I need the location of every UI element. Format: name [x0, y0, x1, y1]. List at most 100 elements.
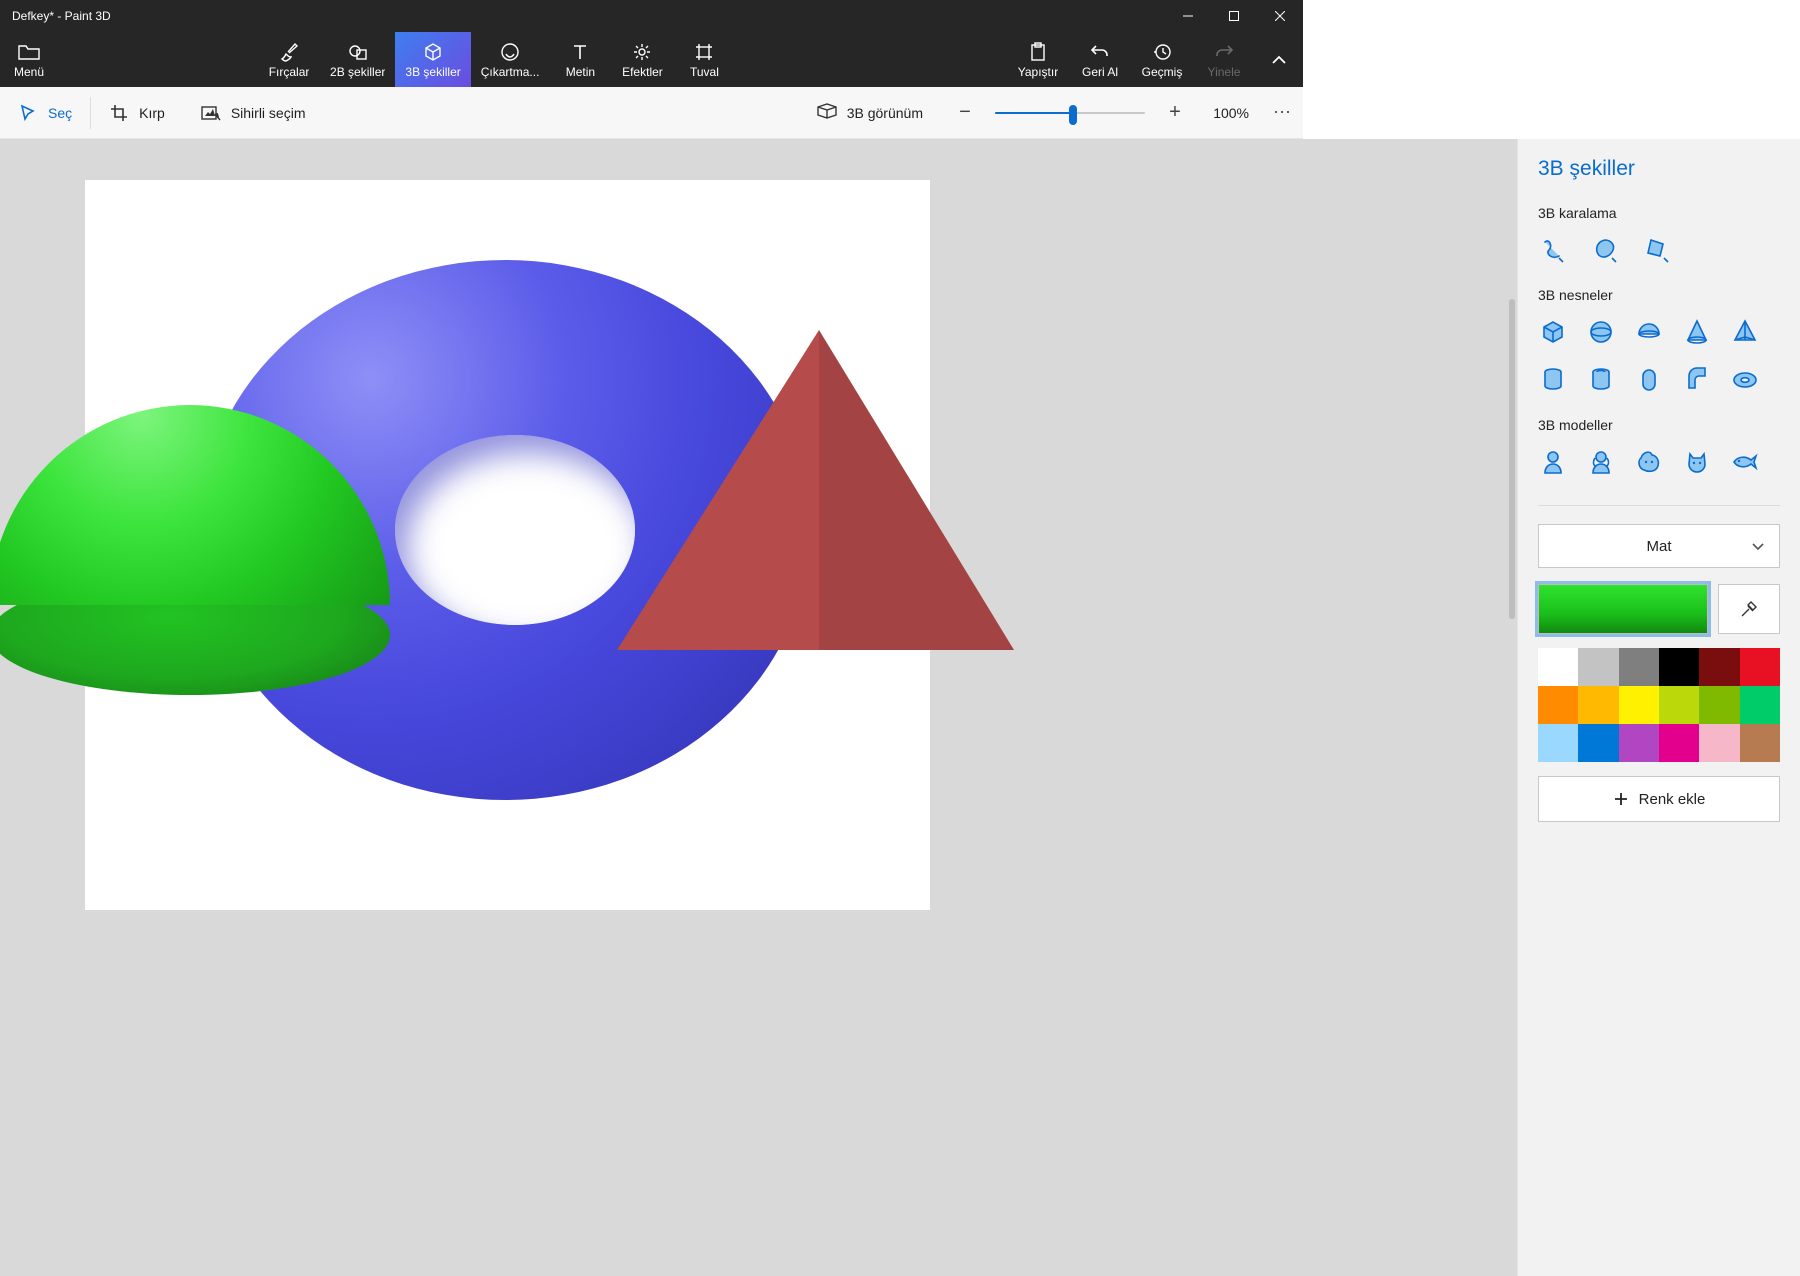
minimize-button[interactable]: [1165, 0, 1211, 32]
color-swatch[interactable]: [1619, 686, 1659, 724]
sticker-icon: [500, 41, 520, 63]
zoom-slider[interactable]: [995, 103, 1145, 123]
scribble-heading: 3B karalama: [1518, 189, 1800, 231]
doodle-soft-icon[interactable]: [1538, 235, 1568, 265]
capsule-object-icon[interactable]: [1634, 365, 1664, 395]
view3d-icon: [817, 103, 837, 122]
color-swatch[interactable]: [1619, 648, 1659, 686]
undo-label: Geri Al: [1082, 65, 1118, 79]
man-model-icon[interactable]: [1538, 447, 1568, 477]
undo-button[interactable]: Geri Al: [1069, 32, 1131, 87]
text-button[interactable]: Metin: [549, 32, 611, 87]
color-swatch[interactable]: [1578, 648, 1618, 686]
canvas-area[interactable]: [85, 180, 930, 910]
effects-label: Efektler: [622, 65, 663, 79]
cube-object-icon[interactable]: [1538, 317, 1568, 347]
collapse-panel-button[interactable]: [1255, 32, 1303, 87]
color-swatch[interactable]: [1740, 686, 1780, 724]
paste-button[interactable]: Yapıştır: [1007, 32, 1069, 87]
brushes-button[interactable]: Fırçalar: [258, 32, 320, 87]
brushes-label: Fırçalar: [269, 65, 310, 79]
color-swatch[interactable]: [1699, 686, 1739, 724]
history-label: Geçmiş: [1142, 65, 1183, 79]
models-heading: 3B modeller: [1518, 401, 1800, 443]
shapes2d-button[interactable]: 2B şekiller: [320, 32, 395, 87]
redo-button[interactable]: Yinele: [1193, 32, 1255, 87]
zoom-out-button[interactable]: −: [953, 101, 977, 124]
text-label: Metin: [566, 65, 595, 79]
doodle-shard-icon[interactable]: [1642, 235, 1672, 265]
redo-icon: [1214, 41, 1234, 63]
pyramid-object[interactable]: [617, 330, 1097, 650]
history-button[interactable]: Geçmiş: [1131, 32, 1193, 87]
zoom-in-button[interactable]: +: [1163, 101, 1187, 124]
shapes2d-icon: [348, 41, 368, 63]
woman-model-icon[interactable]: [1586, 447, 1616, 477]
sub-toolbar: Seç Kırp Sihirli seçim 3B görünüm − + 10…: [0, 87, 1303, 139]
color-swatch[interactable]: [1578, 686, 1618, 724]
cat-model-icon[interactable]: [1682, 447, 1712, 477]
close-button[interactable]: [1257, 0, 1303, 32]
color-swatch[interactable]: [1538, 724, 1578, 762]
color-swatch[interactable]: [1659, 648, 1699, 686]
objects-row: [1518, 313, 1800, 401]
color-swatch[interactable]: [1578, 724, 1618, 762]
objects-heading: 3B nesneler: [1518, 271, 1800, 313]
text-icon: [570, 41, 590, 63]
panel-title: 3B şekiller: [1518, 139, 1800, 189]
shapes3d-button[interactable]: 3B şekiller: [395, 32, 470, 87]
top-ribbon: Menü Fırçalar 2B şekiller 3B şekiller Çı…: [0, 32, 1303, 87]
canvas-scrollbar[interactable]: [1509, 299, 1515, 619]
view3d-button[interactable]: 3B görünüm: [817, 103, 923, 122]
color-swatch[interactable]: [1659, 686, 1699, 724]
select-tool-button[interactable]: Seç: [0, 87, 90, 138]
tube-object-icon[interactable]: [1586, 365, 1616, 395]
canvas-button[interactable]: Tuval: [673, 32, 735, 87]
color-swatch[interactable]: [1538, 686, 1578, 724]
color-swatch[interactable]: [1699, 724, 1739, 762]
models-row: [1518, 443, 1800, 483]
workspace[interactable]: [0, 139, 1517, 1276]
current-color-swatch[interactable]: [1538, 584, 1708, 634]
more-options-button[interactable]: ⋯: [1263, 102, 1303, 123]
select-label: Seç: [48, 105, 72, 121]
material-select[interactable]: Mat: [1538, 524, 1780, 568]
window-title: Defkey* - Paint 3D: [0, 9, 1165, 23]
color-swatch[interactable]: [1659, 724, 1699, 762]
cylinder-object-icon[interactable]: [1538, 365, 1568, 395]
cone-object-icon[interactable]: [1682, 317, 1712, 347]
hemisphere-object[interactable]: [0, 405, 390, 805]
doodle-blob-icon[interactable]: [1590, 235, 1620, 265]
color-swatch[interactable]: [1538, 648, 1578, 686]
sphere-object-icon[interactable]: [1586, 317, 1616, 347]
chevron-down-icon: [1751, 539, 1765, 557]
bend-object-icon[interactable]: [1682, 365, 1712, 395]
hemisphere-object-icon[interactable]: [1634, 317, 1664, 347]
fish-model-icon[interactable]: [1730, 447, 1760, 477]
stickers-button[interactable]: Çıkartma...: [471, 32, 550, 87]
magic-select-button[interactable]: Sihirli seçim: [183, 87, 324, 138]
pyramid-object-icon[interactable]: [1730, 317, 1760, 347]
history-icon: [1152, 41, 1172, 63]
color-swatch[interactable]: [1740, 648, 1780, 686]
eyedropper-button[interactable]: [1718, 584, 1780, 634]
torus-object-icon[interactable]: [1730, 365, 1760, 395]
crop-label: Kırp: [139, 105, 165, 121]
zoom-percent-label: 100%: [1205, 105, 1249, 121]
paste-icon: [1028, 41, 1048, 63]
shapes3d-label: 3B şekiller: [405, 65, 460, 79]
brush-icon: [279, 41, 299, 63]
effects-button[interactable]: Efektler: [611, 32, 673, 87]
dog-model-icon[interactable]: [1634, 447, 1664, 477]
color-swatch[interactable]: [1699, 648, 1739, 686]
zoom-controls: − + 100%: [953, 101, 1263, 124]
color-swatch[interactable]: [1740, 724, 1780, 762]
canvas-icon: [694, 41, 714, 63]
menu-label: Menü: [14, 65, 44, 79]
maximize-button[interactable]: [1211, 0, 1257, 32]
color-swatch[interactable]: [1619, 724, 1659, 762]
add-color-button[interactable]: Renk ekle: [1538, 776, 1780, 822]
crop-tool-button[interactable]: Kırp: [91, 87, 183, 138]
menu-button[interactable]: Menü: [0, 32, 58, 87]
magic-label: Sihirli seçim: [231, 105, 306, 121]
